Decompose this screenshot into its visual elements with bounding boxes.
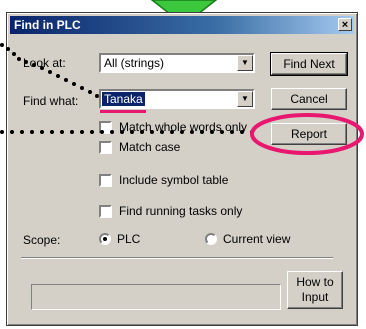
chevron-down-icon[interactable]: ▼ [237,91,253,107]
radio-selected-dot [103,237,107,241]
scope-plc-label: PLC [117,232,141,246]
include-symbol-table-checkbox[interactable] [99,174,112,187]
how-to-input-line1: How to [296,275,334,289]
look-at-label: Look at: [23,56,66,70]
match-case-label: Match case [119,140,181,154]
chevron-down-icon[interactable]: ▼ [237,55,253,71]
match-whole-words-label: Match whole words only [119,120,248,134]
find-what-value: Tanaka [102,92,145,106]
find-what-label: Find what: [23,94,79,108]
how-to-input-line2: Input [301,290,329,304]
scope-plc-radio[interactable] [99,233,111,245]
look-at-combo[interactable]: All (strings) ▼ [99,53,255,73]
find-running-tasks-checkbox[interactable] [99,205,112,218]
cancel-button[interactable]: Cancel [271,88,347,110]
match-whole-words-checkbox[interactable] [99,121,112,134]
find-next-button[interactable]: Find Next [270,52,348,76]
scope-current-view-label: Current view [223,232,291,246]
find-running-tasks-label: Find running tasks only [119,204,243,218]
close-button[interactable]: × [338,18,352,31]
look-at-value: All (strings) [104,56,165,70]
include-symbol-table-label: Include symbol table [119,173,229,187]
status-box [31,284,281,310]
dialog-title: Find in PLC [14,18,81,32]
close-icon: × [341,19,349,31]
scope-label: Scope: [23,233,61,247]
separator [21,257,333,259]
scope-current-view-radio[interactable] [205,233,217,245]
how-to-input-button[interactable]: How to Input [287,271,343,309]
find-what-combo[interactable]: Tanaka ▼ [99,89,255,109]
report-button[interactable]: Report [271,123,347,145]
find-in-plc-dialog: Find in PLC × Look at: All (strings) ▼ F… [6,12,358,326]
title-bar: Find in PLC × [10,16,354,34]
match-case-checkbox[interactable] [99,141,112,154]
